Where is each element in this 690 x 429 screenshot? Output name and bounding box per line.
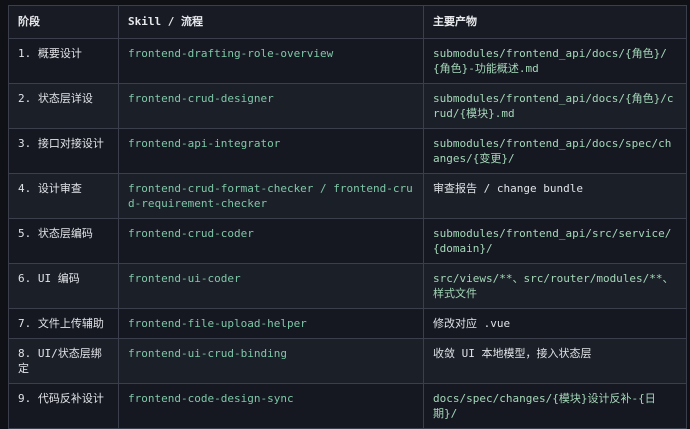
output-cell: 审查报告 / change bundle — [423, 173, 687, 219]
header-output: 主要产物 — [423, 5, 687, 39]
skill-cell: frontend-drafting-role-overview — [118, 38, 424, 84]
stage-cell: 5. 状态层编码 — [8, 218, 119, 264]
table-row: 6. UI 编码 frontend-ui-coder src/views/**、sr… — [8, 263, 687, 309]
table-row: 5. 状态层编码 frontend-crud-coder submodules/fr… — [8, 218, 687, 264]
skill-cell: frontend-crud-format-checker / frontend-… — [118, 173, 424, 219]
skill-cell: frontend-file-upload-helper — [118, 308, 424, 339]
output-cell: 收敛 UI 本地模型，接入状态层 — [423, 338, 687, 384]
output-cell: 修改对应 .vue — [423, 308, 687, 339]
header-stage: 阶段 — [8, 5, 119, 39]
skill-cell: frontend-ui-coder — [118, 263, 424, 309]
stage-cell: 7. 文件上传辅助 — [8, 308, 119, 339]
output-cell: src/views/**、src/router/modules/**、样式文件 — [423, 263, 687, 309]
header-skill: Skill / 流程 — [118, 5, 424, 39]
table-row: 9. 代码反补设计 frontend-code-design-sync docs/s… — [8, 383, 687, 429]
workflow-table: 阶段 Skill / 流程 主要产物 1. 概要设计 frontend-draft… — [8, 5, 687, 429]
output-cell: submodules/frontend_api/docs/{角色}/{角色}-功… — [423, 38, 687, 84]
table-row: 4. 设计审查 frontend-crud-format-checker / fr… — [8, 173, 687, 219]
skill-cell: frontend-code-design-sync — [118, 383, 424, 429]
table-row: 3. 接口对接设计 frontend-api-integrator submodul… — [8, 128, 687, 174]
stage-cell: 1. 概要设计 — [8, 38, 119, 84]
table-row: 7. 文件上传辅助 frontend-file-upload-helper 修改对应… — [8, 308, 687, 339]
stage-cell: 3. 接口对接设计 — [8, 128, 119, 174]
stage-cell: 4. 设计审查 — [8, 173, 119, 219]
output-cell: submodules/frontend_api/docs/spec/change… — [423, 128, 687, 174]
skill-cell: frontend-ui-crud-binding — [118, 338, 424, 384]
output-cell: submodules/frontend_api/src/service/{dom… — [423, 218, 687, 264]
stage-cell: 2. 状态层详设 — [8, 83, 119, 129]
stage-cell: 9. 代码反补设计 — [8, 383, 119, 429]
stage-cell: 6. UI 编码 — [8, 263, 119, 309]
table-header-row: 阶段 Skill / 流程 主要产物 — [8, 5, 687, 39]
skill-cell: frontend-api-integrator — [118, 128, 424, 174]
skill-cell: frontend-crud-designer — [118, 83, 424, 129]
table-row: 1. 概要设计 frontend-drafting-role-overview su… — [8, 38, 687, 84]
skill-cell: frontend-crud-coder — [118, 218, 424, 264]
table-row: 8. UI/状态层绑定 frontend-ui-crud-binding 收敛 UI… — [8, 338, 687, 384]
table-row: 2. 状态层详设 frontend-crud-designer submodules… — [8, 83, 687, 129]
output-cell: docs/spec/changes/{模块}设计反补-{日期}/ — [423, 383, 687, 429]
output-cell: submodules/frontend_api/docs/{角色}/crud/{… — [423, 83, 687, 129]
stage-cell: 8. UI/状态层绑定 — [8, 338, 119, 384]
workflow-table-container: 阶段 Skill / 流程 主要产物 1. 概要设计 frontend-draft… — [0, 0, 690, 429]
